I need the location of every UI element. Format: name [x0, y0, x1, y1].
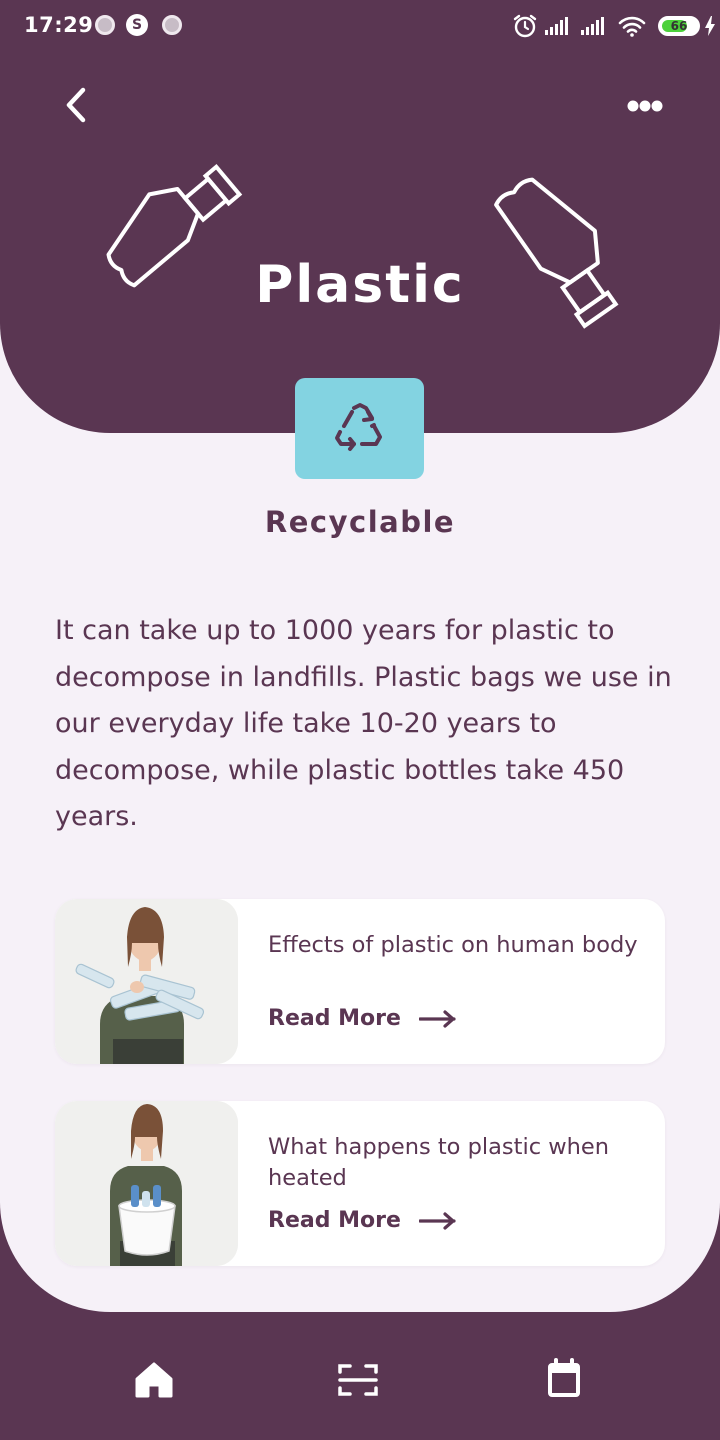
nav-scan-button[interactable]	[328, 1354, 388, 1406]
nav-home-button[interactable]	[124, 1354, 184, 1406]
read-more-label: Read More	[268, 1006, 401, 1031]
alarm-icon	[513, 14, 537, 38]
wifi-icon	[618, 16, 646, 37]
recyclable-label: Recyclable	[264, 505, 456, 539]
status-bar: 17:29 S 66	[0, 0, 720, 56]
notification-dot-icon	[95, 15, 115, 35]
article-image	[55, 1101, 238, 1266]
more-options-button[interactable]	[620, 86, 672, 126]
battery-level: 66	[670, 19, 688, 33]
chevron-left-icon	[66, 87, 86, 123]
article-card[interactable]: Effects of plastic on human body Read Mo…	[55, 899, 665, 1064]
back-button[interactable]	[52, 80, 100, 130]
article-image	[55, 899, 238, 1064]
calendar-icon	[548, 1358, 580, 1397]
recyclable-badge	[295, 378, 424, 479]
scan-icon	[338, 1364, 378, 1396]
status-icons: 66	[512, 12, 715, 40]
notification-dot-icon	[162, 15, 182, 35]
article-title: What happens to plastic when heated	[268, 1134, 610, 1191]
plastic-description: It can take up to 1000 years for plastic…	[55, 615, 672, 832]
signal-icon	[581, 17, 604, 35]
signal-icon	[545, 17, 568, 35]
nav-calendar-button[interactable]	[534, 1354, 594, 1406]
battery-icon: 66	[658, 16, 700, 36]
charging-icon	[705, 16, 715, 36]
article-card[interactable]: What happens to plastic when heated Read…	[55, 1101, 665, 1266]
recycle-icon	[335, 403, 382, 451]
read-more-link[interactable]: Read More	[268, 1208, 457, 1233]
arrow-right-icon	[418, 1211, 456, 1230]
arrow-right-icon	[418, 1009, 456, 1028]
bottom-navigation	[0, 1312, 720, 1440]
page-title: Plastic	[255, 255, 465, 315]
read-more-label: Read More	[268, 1208, 401, 1233]
bottle-icon	[494, 177, 619, 329]
ellipsis-icon	[627, 100, 663, 112]
read-more-link[interactable]: Read More	[268, 1006, 457, 1031]
s-app-icon: S	[126, 14, 148, 36]
content-panel: 17:29 S 66 Plastic Recyclable It can tak…	[0, 0, 720, 1312]
article-title: Effects of plastic on human body	[268, 932, 638, 958]
home-icon	[135, 1362, 173, 1398]
status-time: 17:29	[24, 13, 94, 37]
